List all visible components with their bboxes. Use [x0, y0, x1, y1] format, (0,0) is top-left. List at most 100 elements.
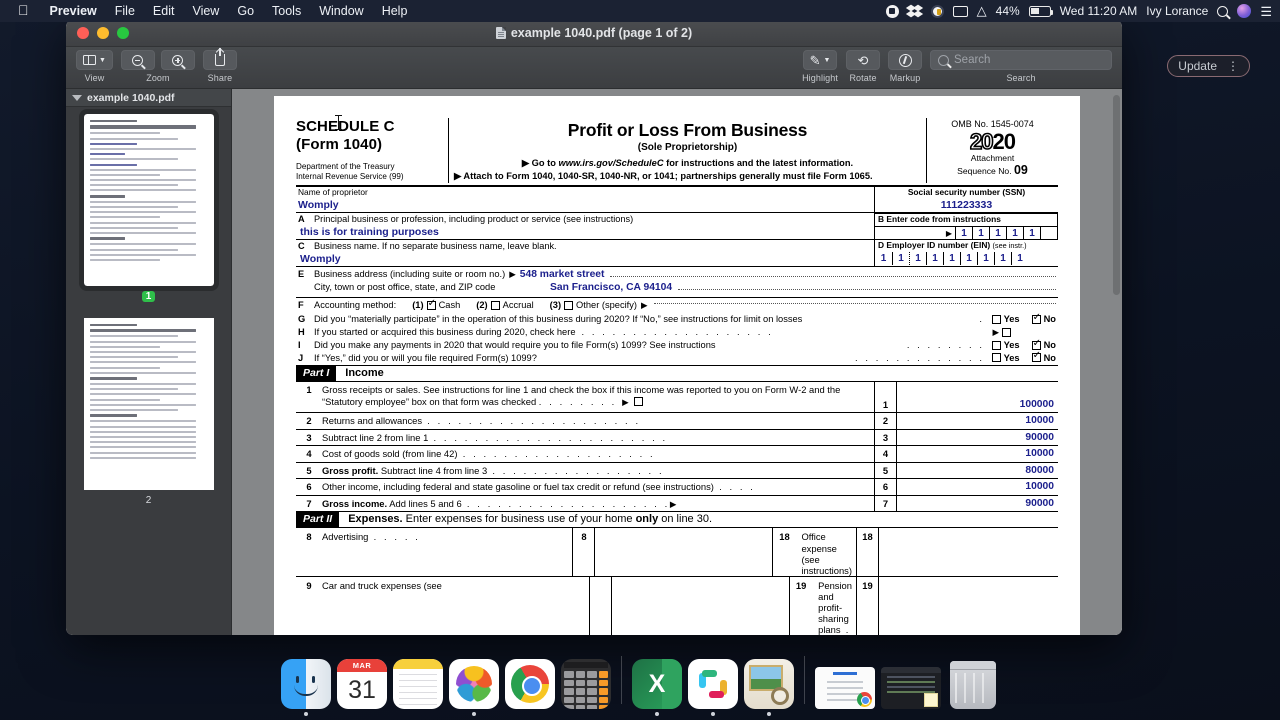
battery-icon[interactable]: [1029, 6, 1051, 17]
dock-item-excel[interactable]: X: [629, 659, 685, 716]
siri-icon[interactable]: [1237, 4, 1251, 18]
dock-item-preview[interactable]: [741, 659, 797, 716]
magnifier-plus-icon: [172, 55, 183, 66]
checkbox-g-no[interactable]: [1032, 315, 1041, 324]
dock-item-chrome-window[interactable]: [812, 667, 878, 716]
page-thumbnail-1[interactable]: [84, 114, 214, 286]
arrow-right-icon: ▶: [622, 397, 629, 407]
line-b-cell[interactable]: B Enter code from instructions ▶ 1 1 1 1…: [874, 213, 1058, 240]
checkbox-g-yes[interactable]: [992, 315, 1001, 324]
income-row-4[interactable]: 4 Cost of goods sold (from line 42) . . …: [296, 446, 1058, 463]
line-c-cell[interactable]: CBusiness name. If no separate business …: [296, 240, 874, 267]
checkbox-h[interactable]: [1002, 328, 1011, 337]
income-row-2[interactable]: 2 Returns and allowances . . . . . . . .…: [296, 413, 1058, 430]
rotate-button[interactable]: ⟲ Rotate: [846, 50, 880, 83]
expense-row-right-amount[interactable]: [878, 528, 1058, 575]
checkbox-i-yes[interactable]: [992, 341, 1001, 350]
pdf-page-1[interactable]: SCHEDULE C (Form 1040) Department of the…: [274, 96, 1080, 635]
wifi-icon[interactable]: △: [977, 3, 987, 19]
dock-item-photos[interactable]: [446, 659, 502, 716]
dropbox-icon[interactable]: [908, 5, 922, 18]
line-g-row[interactable]: G Did you “materially participate” in th…: [296, 313, 1058, 326]
income-row-7[interactable]: 7 Gross income. Add lines 5 and 6 . . . …: [296, 496, 1058, 513]
dock-item-notes[interactable]: [390, 659, 446, 716]
maximize-window-button[interactable]: [117, 27, 129, 39]
income-row-1[interactable]: 1 Gross receipts or sales. See instructi…: [296, 382, 1058, 413]
markup-button[interactable]: Markup: [888, 50, 922, 83]
sidebar-header[interactable]: example 1040.pdf: [66, 89, 231, 107]
view-button[interactable]: ▼ View: [76, 50, 113, 83]
dock-item-terminal-window[interactable]: [878, 667, 944, 716]
share-button[interactable]: Share: [203, 50, 237, 83]
checkbox-j-no[interactable]: [1032, 353, 1041, 362]
line-e-address-row[interactable]: E Business address (including suite or r…: [296, 267, 1058, 281]
expense-row-left-amount[interactable]: [594, 528, 772, 575]
expense-row-right-amount[interactable]: [878, 577, 1058, 635]
thumbnail-sidebar[interactable]: example 1040.pdf: [66, 89, 232, 635]
menu-item-view[interactable]: View: [183, 4, 228, 18]
expense-row-8-18[interactable]: 8 Advertising . . . . . 8 18 Office expe…: [296, 528, 1058, 576]
line-f-row[interactable]: F Accounting method: (1) Cash (2) Accrua…: [296, 298, 1058, 313]
line-d-cell[interactable]: D Employer ID number (EIN) (see instr.) …: [874, 240, 1058, 267]
airplay-icon[interactable]: [953, 6, 968, 17]
goto-url[interactable]: www.irs.gov/ScheduleC: [558, 158, 663, 168]
line-j-row[interactable]: J If “Yes,” did you or will you file req…: [296, 352, 1058, 366]
line-e-city-row[interactable]: City, town or post office, state, and ZI…: [296, 281, 1058, 297]
menu-item-edit[interactable]: Edit: [144, 4, 184, 18]
dock-item-slack[interactable]: [685, 659, 741, 716]
dock-item-finder[interactable]: [278, 659, 334, 716]
vertical-scrollbar[interactable]: [1113, 95, 1120, 295]
dock-item-calendar[interactable]: MAR 31: [334, 659, 390, 716]
ssn-cell[interactable]: Social security number (SSN) 111223333: [874, 187, 1058, 212]
control-center-icon[interactable]: ☰: [1260, 5, 1272, 18]
tax-year-solid: 20: [993, 129, 1015, 154]
spotlight-search-icon[interactable]: [1217, 6, 1228, 17]
menu-item-window[interactable]: Window: [310, 4, 372, 18]
expense-row-left-amount[interactable]: [611, 577, 789, 635]
line-i-row[interactable]: I Did you make any payments in 2020 that…: [296, 339, 1058, 352]
line-d-ein-boxes[interactable]: 1 1 1 1 1 1 1 1 1: [875, 252, 1058, 265]
menu-item-go[interactable]: Go: [228, 4, 263, 18]
line-h-row[interactable]: H If you started or acquired this busine…: [296, 326, 1058, 339]
document-icon: [496, 27, 506, 39]
vertical-dots-icon[interactable]: ⋮: [1227, 60, 1239, 72]
page-thumbnail-2[interactable]: [84, 318, 214, 490]
line-a-cell[interactable]: APrincipal business or profession, inclu…: [296, 213, 874, 240]
record-icon[interactable]: [886, 5, 899, 18]
dock-item-calculator[interactable]: [558, 659, 614, 716]
apple-logo-icon[interactable]: : [8, 3, 41, 19]
checkbox-accrual[interactable]: [491, 301, 500, 310]
zoom-in-button[interactable]: [161, 50, 195, 70]
expense-row-9-19[interactable]: 9 Car and truck expenses (see 19 Pension…: [296, 577, 1058, 635]
menu-item-preview[interactable]: Preview: [41, 4, 106, 18]
income-row-3[interactable]: 3 Subtract line 2 from line 1 . . . . . …: [296, 430, 1058, 447]
shield-lock-icon[interactable]: [931, 5, 944, 18]
proprietor-name-cell[interactable]: Name of proprietor Womply: [296, 187, 874, 212]
magnifier-minus-icon: [132, 55, 143, 66]
income-row-5[interactable]: 5 Gross profit. Subtract line 4 from lin…: [296, 463, 1058, 480]
checkbox-j-yes[interactable]: [992, 353, 1001, 362]
dock-item-chrome[interactable]: [502, 659, 558, 716]
zoom-out-button[interactable]: [121, 50, 155, 70]
menu-item-help[interactable]: Help: [373, 4, 417, 18]
pdf-page-area[interactable]: SCHEDULE C (Form 1040) Department of the…: [232, 89, 1122, 635]
highlight-button[interactable]: ✎▼ Highlight: [802, 50, 838, 83]
close-window-button[interactable]: [77, 27, 89, 39]
menu-item-tools[interactable]: Tools: [263, 4, 310, 18]
checkbox-cash[interactable]: [427, 301, 436, 310]
income-row-7-box: 7: [874, 496, 896, 512]
disclosure-triangle-icon[interactable]: [72, 95, 82, 101]
search-input[interactable]: Search: [930, 50, 1112, 70]
line-b-code-boxes[interactable]: ▶ 1 1 1 1 1: [875, 226, 1057, 239]
menu-item-file[interactable]: File: [106, 4, 144, 18]
update-button[interactable]: Update ⋮: [1167, 55, 1250, 77]
income-row-6[interactable]: 6 Other income, including federal and st…: [296, 479, 1058, 496]
window-titlebar[interactable]: example 1040.pdf (page 1 of 2): [66, 20, 1122, 47]
minimize-window-button[interactable]: [97, 27, 109, 39]
dock-item-trash[interactable]: [944, 661, 1002, 716]
checkbox-statutory-employee[interactable]: [634, 397, 643, 406]
menubar-username[interactable]: Ivy Lorance: [1146, 4, 1208, 18]
checkbox-i-no[interactable]: [1032, 341, 1041, 350]
arrow-right-icon: ▶: [637, 300, 648, 310]
checkbox-other-method[interactable]: [564, 301, 573, 310]
